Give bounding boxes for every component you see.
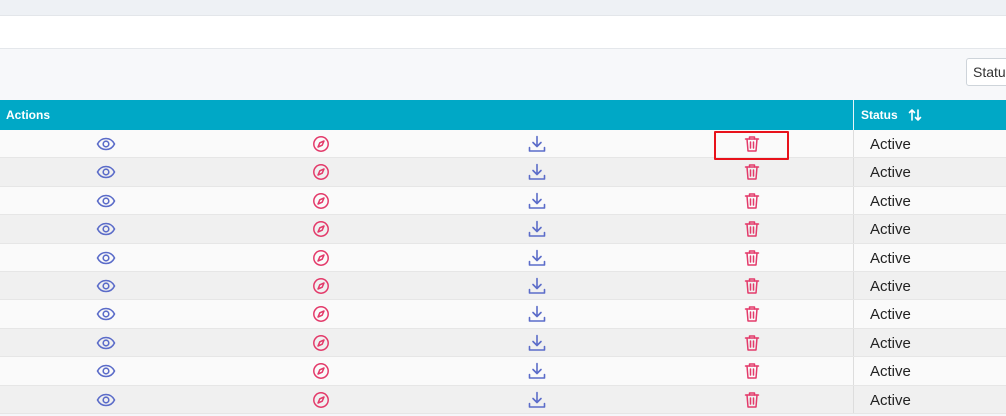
status-cell: Active: [853, 328, 1006, 357]
table-row: Active: [0, 186, 1006, 216]
trash-icon[interactable]: [742, 248, 762, 268]
table-row: Active: [0, 357, 1006, 386]
filter-band: [0, 49, 1006, 100]
status-cell: Active: [853, 271, 1006, 300]
download-icon[interactable]: [527, 248, 547, 268]
table-row: Active: [0, 328, 1006, 358]
status-cell: Active: [853, 215, 1006, 243]
compass-icon[interactable]: [311, 276, 331, 296]
trash-icon[interactable]: [742, 219, 762, 239]
download-icon[interactable]: [527, 361, 547, 381]
download-icon[interactable]: [527, 162, 547, 182]
download-icon[interactable]: [527, 134, 547, 154]
status-cell: Active: [853, 130, 1006, 158]
table-row: Active: [0, 130, 1006, 159]
status-header[interactable]: Status: [853, 100, 1006, 130]
status-filter-select[interactable]: Status: [966, 58, 1006, 86]
trash-icon[interactable]: [742, 191, 762, 211]
table-row: Active: [0, 385, 1006, 414]
eye-icon[interactable]: [96, 162, 116, 182]
compass-icon[interactable]: [311, 333, 331, 353]
status-header-label: Status: [861, 108, 898, 122]
status-cell: Active: [853, 300, 1006, 328]
toolbar-band: [0, 16, 1006, 49]
table-header: Actions Status: [0, 100, 1006, 130]
top-band: [0, 0, 1006, 16]
download-icon[interactable]: [527, 276, 547, 296]
compass-icon[interactable]: [311, 191, 331, 211]
table-row: Active: [0, 215, 1006, 244]
compass-icon[interactable]: [311, 248, 331, 268]
sort-icon[interactable]: [908, 108, 922, 122]
eye-icon[interactable]: [96, 134, 116, 154]
eye-icon[interactable]: [96, 333, 116, 353]
eye-icon[interactable]: [96, 304, 116, 324]
compass-icon[interactable]: [311, 134, 331, 154]
delete-highlight-box: [714, 131, 789, 160]
compass-icon[interactable]: [311, 219, 331, 239]
table-row: Active: [0, 271, 1006, 301]
status-cell: Active: [853, 385, 1006, 413]
status-cell: Active: [853, 357, 1006, 385]
eye-icon[interactable]: [96, 361, 116, 381]
eye-icon[interactable]: [96, 248, 116, 268]
table-body: Active Active Active Active Active Active Acti…: [0, 130, 1006, 414]
trash-icon[interactable]: [742, 276, 762, 296]
eye-icon[interactable]: [96, 276, 116, 296]
compass-icon[interactable]: [311, 361, 331, 381]
table-row: Active: [0, 158, 1006, 187]
table-row: Active: [0, 300, 1006, 329]
status-cell: Active: [853, 186, 1006, 215]
trash-icon[interactable]: [742, 333, 762, 353]
download-icon[interactable]: [527, 219, 547, 239]
table-row: Active: [0, 243, 1006, 272]
compass-icon[interactable]: [311, 162, 331, 182]
eye-icon[interactable]: [96, 219, 116, 239]
download-icon[interactable]: [527, 191, 547, 211]
trash-icon[interactable]: [742, 361, 762, 381]
status-cell: Active: [853, 243, 1006, 271]
actions-header: Actions: [6, 108, 51, 122]
trash-icon[interactable]: [742, 304, 762, 324]
compass-icon[interactable]: [311, 304, 331, 324]
eye-icon[interactable]: [96, 191, 116, 211]
download-icon[interactable]: [527, 304, 547, 324]
eye-icon[interactable]: [96, 390, 116, 410]
compass-icon[interactable]: [311, 390, 331, 410]
trash-icon[interactable]: [742, 390, 762, 410]
status-cell: Active: [853, 158, 1006, 186]
trash-icon[interactable]: [742, 162, 762, 182]
download-icon[interactable]: [527, 390, 547, 410]
download-icon[interactable]: [527, 333, 547, 353]
data-table: Actions Status Active Active Active Active A…: [0, 100, 1006, 414]
